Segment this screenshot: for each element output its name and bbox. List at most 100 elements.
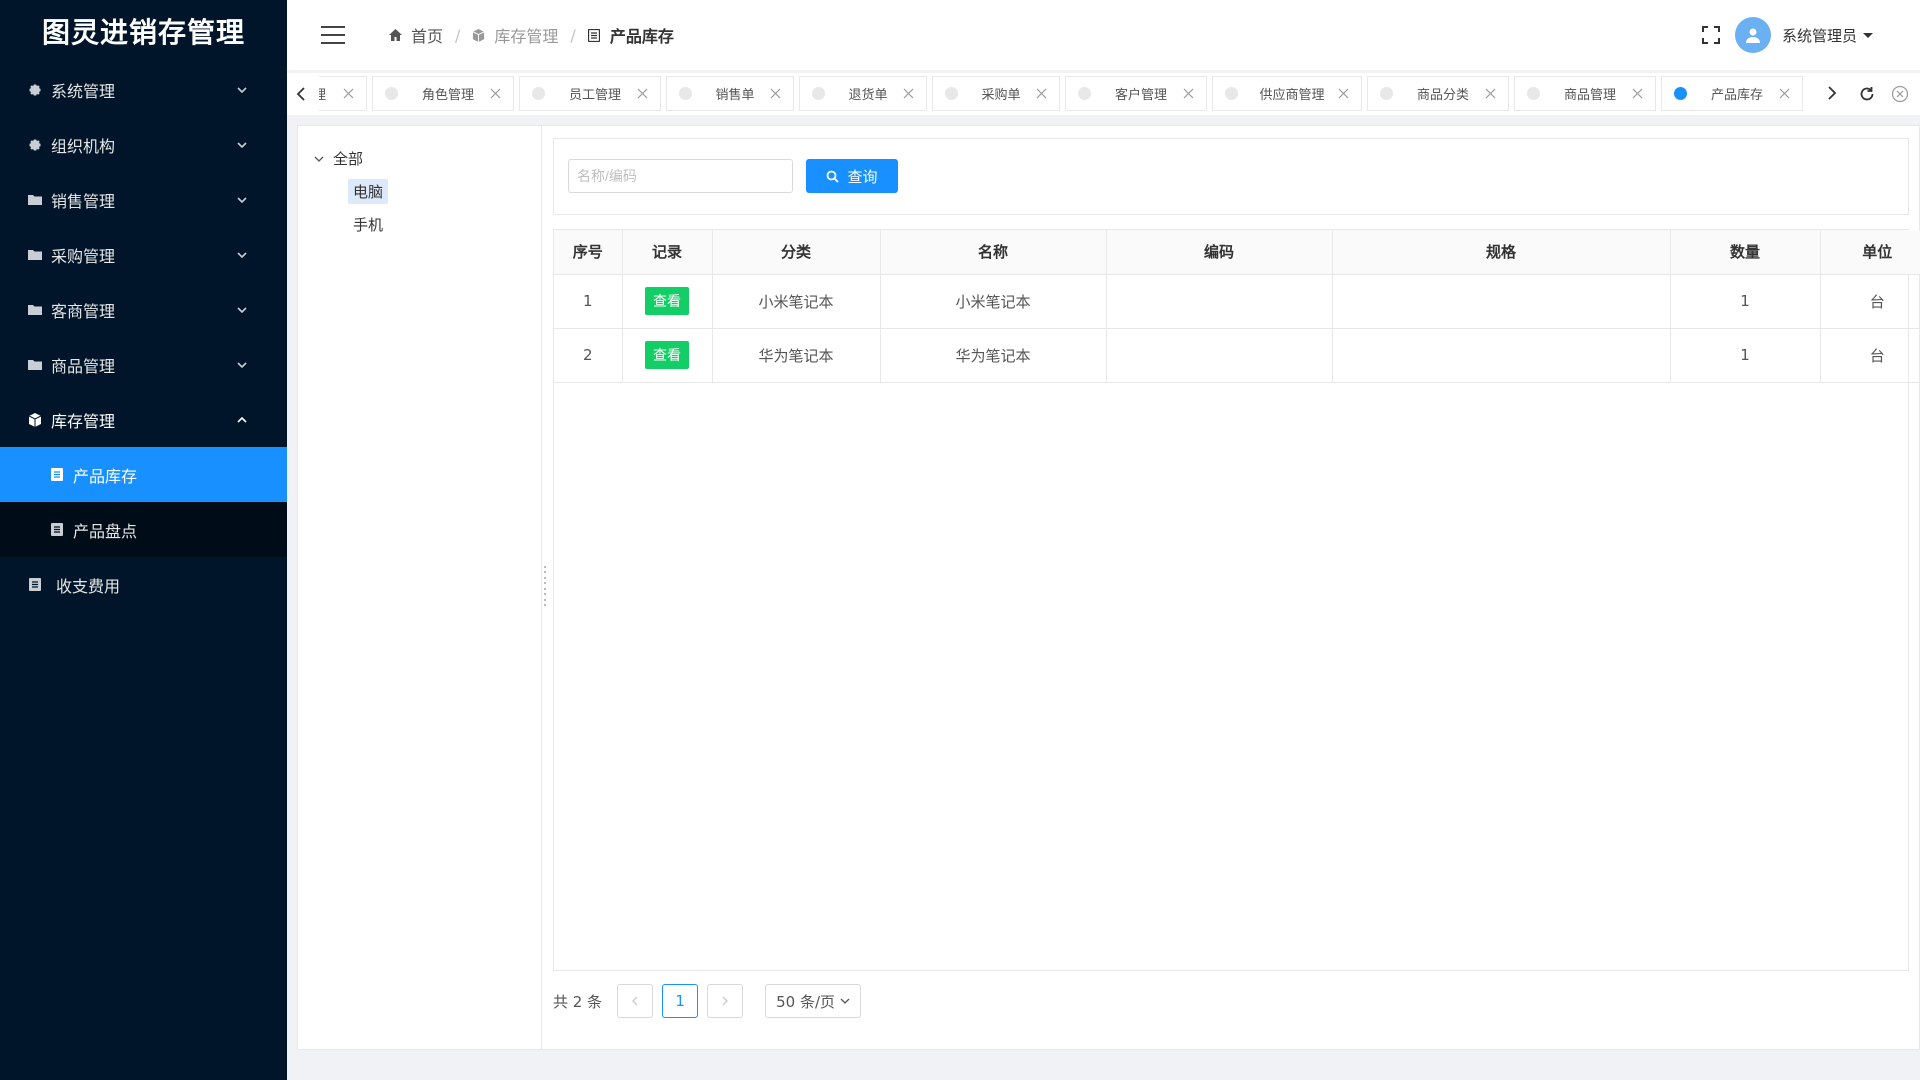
cube-icon	[472, 28, 485, 42]
column-header[interactable]: 记录	[622, 230, 713, 275]
chevron-down-icon[interactable]	[314, 154, 324, 164]
column-header[interactable]: 单位	[1820, 230, 1920, 275]
menu-system[interactable]: 系统管理	[0, 62, 287, 117]
menu-purchase[interactable]: 采购管理	[0, 227, 287, 282]
tab-label: 管理	[319, 88, 326, 103]
avatar[interactable]	[1734, 17, 1771, 53]
menu-partners[interactable]: 客商管理	[0, 282, 287, 337]
submenu-product-check[interactable]: 产品盘点	[0, 502, 287, 557]
tab-item[interactable]: 销售单	[666, 76, 794, 111]
close-icon[interactable]	[1036, 88, 1047, 99]
tab-item[interactable]: 商品分类	[1367, 76, 1509, 111]
view-record-button[interactable]: 查看	[645, 341, 689, 369]
tab-item[interactable]: 退货单	[799, 76, 927, 111]
prev-page-button[interactable]	[617, 984, 654, 1018]
cell-action: 查看	[622, 274, 713, 329]
tab-label: 销售单	[715, 88, 755, 103]
tab-item[interactable]: 管理	[319, 76, 367, 111]
tree-node-phone[interactable]: 手机	[348, 212, 388, 237]
tab-scroll-right-icon[interactable]	[1825, 85, 1839, 101]
tab-item[interactable]: 客户管理	[1065, 76, 1207, 111]
close-icon[interactable]	[1632, 88, 1643, 99]
caret-down-icon[interactable]	[1863, 32, 1873, 38]
breadcrumb-home[interactable]: 首页	[389, 23, 443, 47]
column-header[interactable]: 编码	[1106, 230, 1333, 275]
cell-spec	[1332, 328, 1671, 383]
menu-sales[interactable]: 销售管理	[0, 172, 287, 227]
table-row[interactable]: 2 查看 华为笔记本 华为笔记本 1 台	[554, 328, 1920, 383]
view-record-button[interactable]: 查看	[645, 287, 689, 315]
page-size-label: 50 条/页	[776, 992, 836, 1011]
tab-label: 产品库存	[1710, 88, 1763, 103]
menu-products[interactable]: 商品管理	[0, 337, 287, 392]
fullscreen-icon[interactable]	[1701, 25, 1721, 45]
tree-root-label: 全部	[333, 150, 364, 168]
page-number-button[interactable]: 1	[662, 984, 699, 1018]
tree-root[interactable]: 全部	[314, 148, 363, 169]
hamburger-menu-icon[interactable]	[321, 26, 345, 44]
menu-label: 销售管理	[51, 191, 116, 211]
app-logo-title: 图灵进销存管理	[41, 16, 245, 49]
menu-inventory[interactable]: 库存管理	[0, 392, 287, 447]
tab-item[interactable]: 采购单	[932, 76, 1060, 111]
table-row[interactable]: 1 查看 小米笔记本 小米笔记本 1 台	[554, 274, 1920, 329]
tabs-viewport: 管理 角色管理 员工管理 销售单 退货单	[319, 76, 1819, 114]
tab-status-dot	[385, 87, 398, 100]
search-button[interactable]: 查询	[806, 159, 898, 193]
menu-finance[interactable]: 收支费用	[0, 557, 287, 612]
close-icon[interactable]	[490, 88, 501, 99]
page-size-select[interactable]: 50 条/页	[765, 984, 862, 1018]
tab-label: 客户管理	[1114, 88, 1167, 103]
tab-label: 角色管理	[421, 88, 474, 103]
close-icon[interactable]	[1338, 88, 1349, 99]
tab-label: 商品分类	[1416, 88, 1469, 103]
username[interactable]: 系统管理员	[1782, 25, 1857, 46]
tab-item-active[interactable]: 产品库存	[1661, 76, 1803, 111]
search-button-label: 查询	[847, 168, 878, 186]
tab-item[interactable]: 员工管理	[519, 76, 661, 111]
close-icon[interactable]	[1779, 88, 1790, 99]
column-header[interactable]: 序号	[554, 230, 623, 275]
search-input[interactable]	[568, 159, 793, 193]
close-icon[interactable]	[343, 88, 354, 99]
refresh-icon[interactable]	[1858, 85, 1876, 103]
column-header[interactable]: 分类	[712, 230, 881, 275]
next-page-button[interactable]	[707, 984, 744, 1018]
document-icon	[587, 28, 601, 42]
submenu-product-stock[interactable]: 产品库存	[0, 447, 287, 502]
search-icon	[827, 170, 840, 183]
tab-item[interactable]: 供应商管理	[1212, 76, 1362, 111]
cell-action: 查看	[622, 328, 713, 383]
close-icon[interactable]	[1485, 88, 1496, 99]
cell-index: 2	[554, 328, 623, 383]
tab-item[interactable]: 角色管理	[372, 76, 514, 111]
cell-unit: 台	[1820, 328, 1920, 383]
tabs-strip: 管理 角色管理 员工管理 销售单 退货单	[319, 76, 1808, 111]
header-right: 系统管理员	[1701, 0, 1873, 70]
menu-label: 组织机构	[51, 136, 116, 156]
tree-node-computer[interactable]: 电脑	[348, 179, 389, 204]
gear-icon	[28, 83, 42, 97]
breadcrumb-label: 产品库存	[609, 27, 674, 46]
chevron-down-icon	[237, 141, 247, 148]
folder-icon	[28, 248, 42, 262]
column-header[interactable]: 数量	[1670, 230, 1821, 275]
close-icon[interactable]	[903, 88, 914, 99]
cell-qty: 1	[1670, 274, 1821, 329]
close-icon[interactable]	[770, 88, 781, 99]
column-header[interactable]: 名称	[880, 230, 1107, 275]
tab-item[interactable]: 商品管理	[1514, 76, 1656, 111]
close-icon[interactable]	[637, 88, 648, 99]
tab-scroll-left-icon[interactable]	[293, 73, 309, 115]
breadcrumb-inventory[interactable]: 库存管理	[472, 23, 558, 47]
column-header[interactable]: 规格	[1332, 230, 1671, 275]
tab-status-dot	[812, 87, 825, 100]
tab-status-dot	[1674, 87, 1687, 100]
close-icon[interactable]	[1183, 88, 1194, 99]
tab-status-dot	[532, 87, 545, 100]
close-all-icon[interactable]	[1891, 85, 1909, 103]
tab-label: 采购单	[981, 88, 1021, 103]
document-icon	[50, 523, 63, 536]
menu-organization[interactable]: 组织机构	[0, 117, 287, 172]
top-header: 首页 / 库存管理 / 产品库存 系统管理员	[287, 0, 1920, 70]
